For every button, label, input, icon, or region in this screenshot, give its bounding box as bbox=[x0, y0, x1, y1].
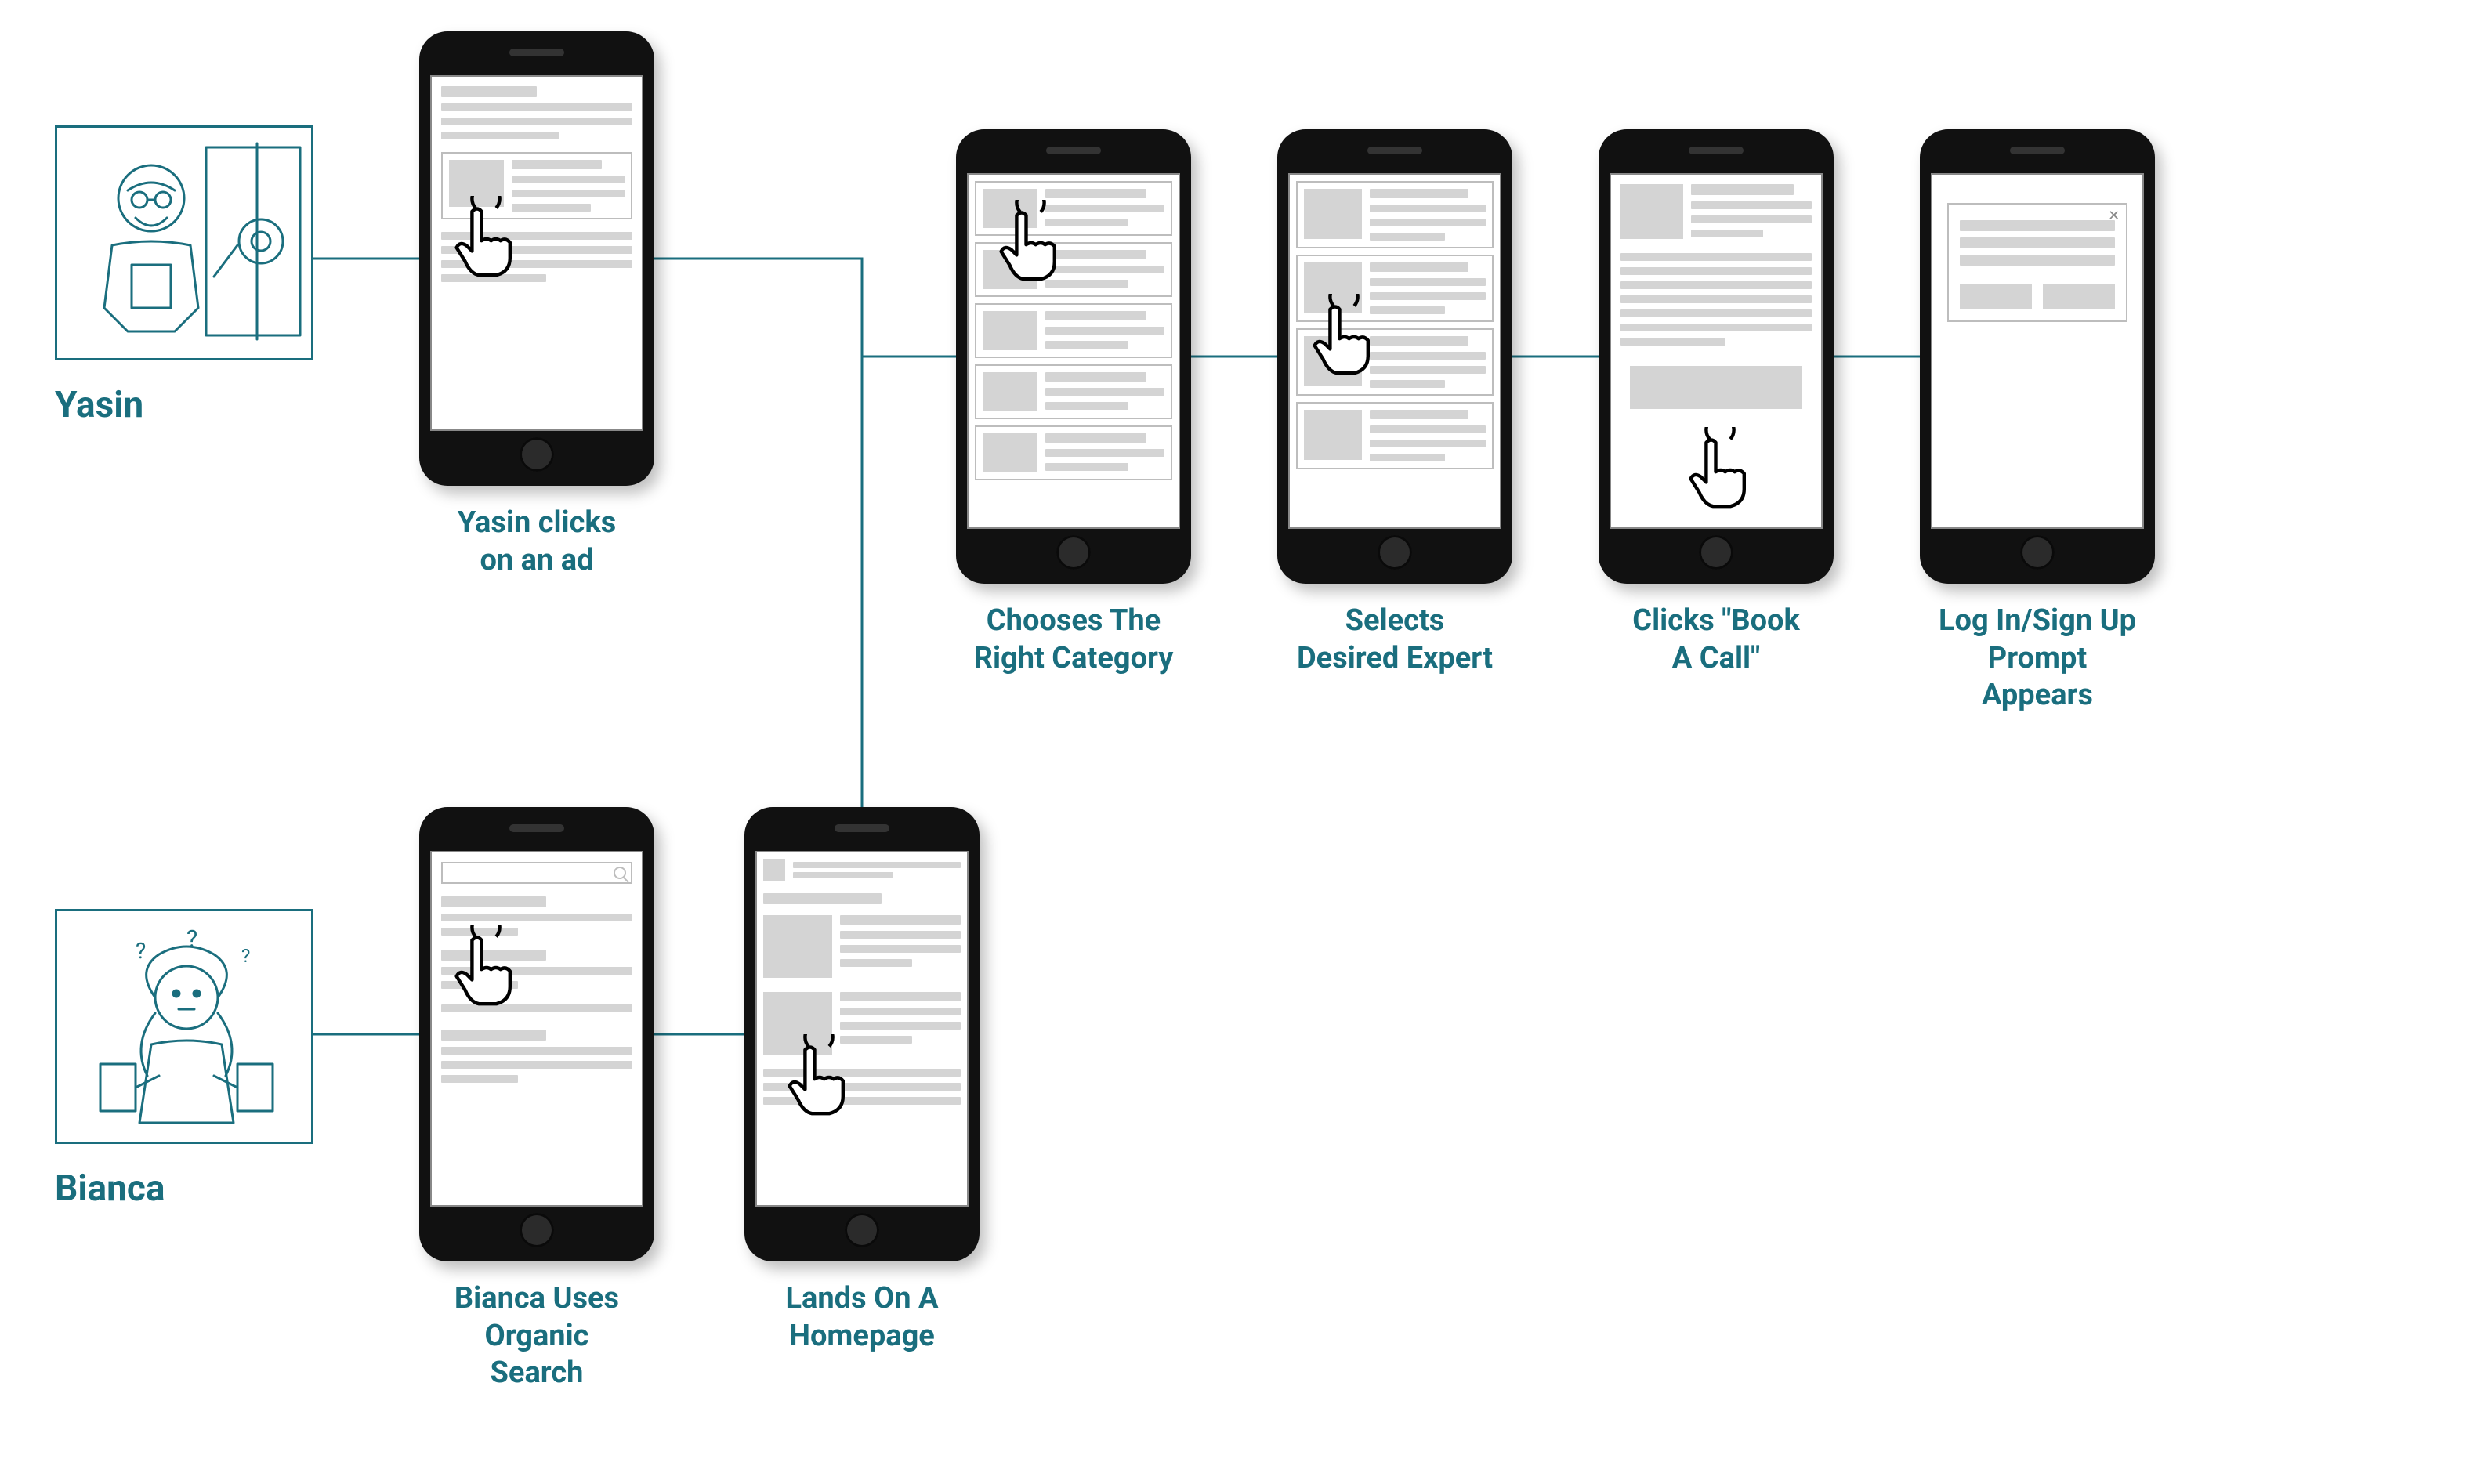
phone-homepage: Lands On A Homepage bbox=[744, 807, 980, 1355]
phone-book: Clicks "Book A Call" bbox=[1599, 129, 1834, 677]
diagram-canvas: Yasin ? ? ? Bianca bbox=[0, 0, 2466, 1484]
phone-screen bbox=[967, 173, 1180, 529]
phone-caption: Yasin clicks on an ad bbox=[458, 505, 616, 579]
phone-caption: Log In/Sign Up Prompt Appears bbox=[1939, 603, 2136, 715]
phone-screen: ✕ bbox=[1931, 173, 2144, 529]
phone-caption: Selects Desired Expert bbox=[1297, 603, 1493, 677]
phone-frame bbox=[419, 807, 654, 1261]
phone-frame bbox=[419, 31, 654, 486]
svg-text:?: ? bbox=[241, 945, 250, 967]
persona-bianca-label: Bianca bbox=[55, 1167, 165, 1210]
phone-frame: ✕ bbox=[1920, 129, 2155, 584]
persona-yasin-label: Yasin bbox=[55, 384, 143, 426]
phone-frame bbox=[1599, 129, 1834, 584]
phone-screen bbox=[430, 75, 643, 431]
phone-screen bbox=[430, 851, 643, 1207]
persona-yasin-card bbox=[55, 125, 313, 360]
phone-frame bbox=[1277, 129, 1512, 584]
phone-caption: Lands On A Homepage bbox=[785, 1280, 938, 1355]
phone-screen bbox=[1610, 173, 1823, 529]
phone-caption: Clicks "Book A Call" bbox=[1632, 603, 1800, 677]
persona-yasin-sketch bbox=[57, 128, 316, 363]
phone-login: ✕ Log In/Sign Up Prompt Appears bbox=[1920, 129, 2155, 715]
phone-yasin-ad: Yasin clicks on an ad bbox=[419, 31, 654, 579]
persona-bianca-card: ? ? ? bbox=[55, 909, 313, 1144]
phone-caption: Bianca Uses Organic Search bbox=[454, 1280, 619, 1392]
close-icon: ✕ bbox=[2108, 208, 2120, 224]
login-modal: ✕ bbox=[1947, 203, 2127, 322]
phone-screen bbox=[755, 851, 969, 1207]
phone-caption: Chooses The Right Category bbox=[974, 603, 1174, 677]
phone-frame bbox=[744, 807, 980, 1261]
phone-expert: Selects Desired Expert bbox=[1277, 129, 1512, 677]
search-bar bbox=[441, 862, 632, 884]
search-icon bbox=[614, 867, 626, 879]
phone-bianca-search: Bianca Uses Organic Search bbox=[419, 807, 654, 1392]
phone-screen bbox=[1288, 173, 1501, 529]
persona-bianca-sketch: ? ? ? bbox=[57, 911, 316, 1146]
phone-frame bbox=[956, 129, 1191, 584]
svg-text:?: ? bbox=[186, 925, 197, 953]
phone-category: Chooses The Right Category bbox=[956, 129, 1191, 677]
svg-text:?: ? bbox=[136, 938, 146, 964]
